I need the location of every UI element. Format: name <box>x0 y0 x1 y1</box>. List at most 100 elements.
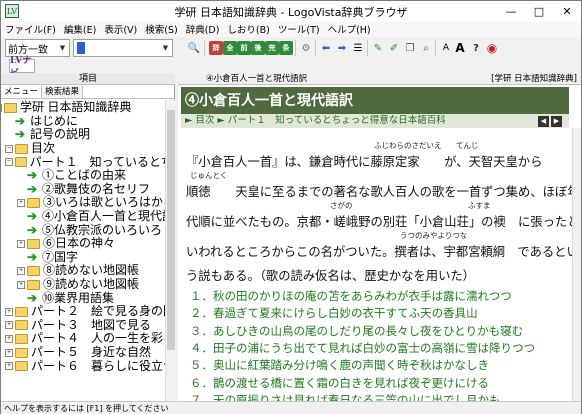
tree-expander-icon[interactable]: + <box>17 239 25 248</box>
status-bar: ヘルプを表示するには [F1] を押してください <box>1 401 581 414</box>
breadcrumb-arrow-icon: ► <box>185 115 193 126</box>
tree-item-label: 学研 日本語知識辞典 <box>20 100 132 115</box>
tree-item[interactable]: + パート６ 暮らしに役立つ <box>5 359 165 373</box>
poem-line: ５．奥山に紅葉踏み分け鳴く鹿の声聞く時ぞ秋はかなしき <box>190 360 489 373</box>
zoom-icon[interactable]: ⌕ <box>419 41 433 55</box>
right-pane-header: ④小倉百人一首と現代語訳 [学研 日本語知識辞典] <box>178 73 581 85</box>
tree-item[interactable]: ➔ ⑤仏教宗派のいろいろ <box>27 223 165 237</box>
tree-expander-icon[interactable]: − <box>5 144 13 153</box>
article-paragraph-line: 代順に並べたもの。京都・嵯峨野の別荘「小倉山荘」の襖 に張ったと <box>186 215 572 229</box>
tree-expander-icon[interactable]: − <box>1 103 2 112</box>
tree-item[interactable]: − 学研 日本語知識辞典 <box>1 101 165 115</box>
folder-icon <box>15 320 28 331</box>
ruby-annotation: ふじわらのさだいえ <box>374 141 442 150</box>
tree-expander-icon[interactable]: + <box>5 362 13 371</box>
breadcrumb: ► 目次 ► パート１ 知っているとちょっと得意な日本語百科 ◀ ▶ <box>181 114 569 128</box>
ruby-annotation: うつのみやよりつな <box>400 231 468 240</box>
toolbar-separator <box>204 40 205 56</box>
tree-item-label: パート６ 暮らしに役立つ <box>31 358 165 373</box>
folder-icon <box>4 102 17 113</box>
ruby-annotation: てんじ <box>456 141 479 150</box>
tree-item[interactable]: + パート３ 地図で見る <box>5 318 165 333</box>
tree-item[interactable]: ➔ ⑩業界用語集 <box>27 291 165 305</box>
help-icon[interactable]: ? <box>469 41 483 55</box>
dict-d-icon[interactable]: 条 <box>279 41 293 55</box>
tree-item[interactable]: + パート５ 身近な自然 <box>5 346 165 360</box>
tree-expander-icon[interactable]: + <box>5 307 13 316</box>
next-page-icon[interactable]: ▶ <box>551 116 562 127</box>
menu-search[interactable]: 検索(S) <box>141 22 181 36</box>
tree-expander-icon[interactable]: + <box>17 198 25 207</box>
font-small-icon[interactable]: A <box>439 41 453 55</box>
left-scrollbar[interactable] <box>165 100 175 401</box>
left-scrollbar-thumb[interactable] <box>167 110 175 350</box>
copy-icon[interactable]: ❐ <box>403 41 417 55</box>
tab-search-results[interactable]: 検索結果 <box>42 86 84 98</box>
tree-item[interactable]: − パート１ 知っているとちょっと得意な日本語百科 <box>5 155 165 169</box>
tree-item[interactable]: + ③いろは歌といろはかるた <box>17 196 165 210</box>
dict-settings-icon[interactable]: ⚙ <box>299 41 313 55</box>
green-arrow-icon: ➔ <box>15 127 26 142</box>
menu-edit[interactable]: 編集(E) <box>60 22 100 36</box>
tree-expander-icon[interactable]: − <box>5 158 13 167</box>
navi-button[interactable]: LVナビ <box>9 56 35 79</box>
tree-item[interactable]: + ⑧読めない地図帳 <box>17 264 165 278</box>
tree-item[interactable]: + ⑥日本の神々 <box>17 237 165 251</box>
tree-expander-icon[interactable]: + <box>5 334 13 343</box>
tree-item[interactable]: ➔ ④小倉百人一首と現代語訳 <box>27 210 165 224</box>
breadcrumb-link-contents[interactable]: 目次 <box>195 115 214 126</box>
dict-select-icon[interactable]: 辞 <box>209 41 223 55</box>
maximize-icon[interactable]: □ <box>525 1 553 21</box>
tree-item-label: ⑤仏教宗派のいろいろ <box>42 222 163 237</box>
article-paragraph-line: いわれるところからこの名がついた。撰者は、宇都宮頼綱 であるとい <box>186 245 572 259</box>
menu-file[interactable]: ファイル(F) <box>1 22 60 36</box>
search-input-selection <box>77 42 85 54</box>
dict-a-icon[interactable]: 前 <box>237 41 251 55</box>
marker2-icon[interactable]: ✐ <box>387 41 401 55</box>
menu-bookmark[interactable]: しおり(B) <box>223 22 273 36</box>
binoculars-icon[interactable]: 🔍 <box>187 41 201 55</box>
menu-view[interactable]: 表示(V) <box>100 22 141 36</box>
poem-line: ４．田子の浦にうち出でて見れば白妙の富士の高嶺に雪は降りつつ <box>190 342 536 355</box>
tree-item[interactable]: ➔ ①ことばの由来 <box>27 169 165 183</box>
close-icon[interactable]: ✕ <box>553 1 581 21</box>
marker-icon[interactable]: ✎ <box>371 41 385 55</box>
dict-c-icon[interactable]: 完 <box>265 41 279 55</box>
chevron-down-icon[interactable]: ▼ <box>159 40 172 56</box>
chevron-down-icon[interactable]: ▼ <box>56 40 69 56</box>
tree-expander-icon[interactable]: + <box>17 266 25 275</box>
tree-item[interactable]: − 目次 <box>5 142 165 156</box>
tree-item[interactable]: + パート２ 絵で見る身の回り <box>5 305 165 319</box>
breadcrumb-link-part1[interactable]: パート１ 知っているとちょっと得意な日本語百科 <box>228 115 446 126</box>
minimize-icon[interactable]: — <box>497 1 525 21</box>
dict-all-icon[interactable]: 全 <box>223 41 237 55</box>
menu-tools[interactable]: ツール(T) <box>274 22 324 36</box>
forward-icon[interactable]: ➡ <box>335 41 349 55</box>
back-icon[interactable]: ⬅ <box>319 41 333 55</box>
green-arrow-icon: ➔ <box>27 222 38 237</box>
tree-expander-icon[interactable]: + <box>5 348 13 357</box>
tree-expander-icon[interactable]: + <box>5 321 13 330</box>
stop-icon[interactable]: ◉ <box>485 41 499 55</box>
tree-item-label: パート１ 知っているとちょっと得意な日本語百科 <box>29 154 165 169</box>
tree-item[interactable]: + ⑨読めない地図帳 <box>17 278 165 292</box>
search-input[interactable]: ▼ <box>73 39 173 57</box>
page-icon[interactable]: ☰ <box>351 41 365 55</box>
dict-b-icon[interactable]: 後 <box>251 41 265 55</box>
tree-item-label: はじめに <box>30 113 79 128</box>
tree-expander-icon[interactable]: + <box>17 280 25 289</box>
tree-item-label: 目次 <box>31 141 56 156</box>
folder-icon <box>27 279 40 290</box>
menu-bar: ファイル(F) 編集(E) 表示(V) 検索(S) 辞典(D) しおり(B) ツ… <box>1 21 581 37</box>
tree-item[interactable]: ➔ 記号の説明 <box>15 128 165 142</box>
toolbar: 前方一致 ▼ ▼ 🔍 辞 全 前 後 完 条 ⚙ ⬅ ➡ ☰ ✎ ✐ ❐ ⌕ A… <box>1 37 581 59</box>
tab-menu[interactable]: メニュー <box>1 86 43 98</box>
left-pane-header: 項目 <box>1 73 175 85</box>
poem-line: ７．天の原振りさけ見れば春日なる三笠の山に出でし月かも <box>190 394 501 401</box>
menu-dictionary[interactable]: 辞典(D) <box>182 22 224 36</box>
tree-item[interactable]: + パート４ 人の一生を彩る <box>5 332 165 346</box>
menu-help[interactable]: ヘルプ(H) <box>324 22 375 36</box>
prev-page-icon[interactable]: ◀ <box>538 116 549 127</box>
font-large-icon[interactable]: A <box>453 41 467 55</box>
right-scrollbar[interactable] <box>572 128 581 401</box>
